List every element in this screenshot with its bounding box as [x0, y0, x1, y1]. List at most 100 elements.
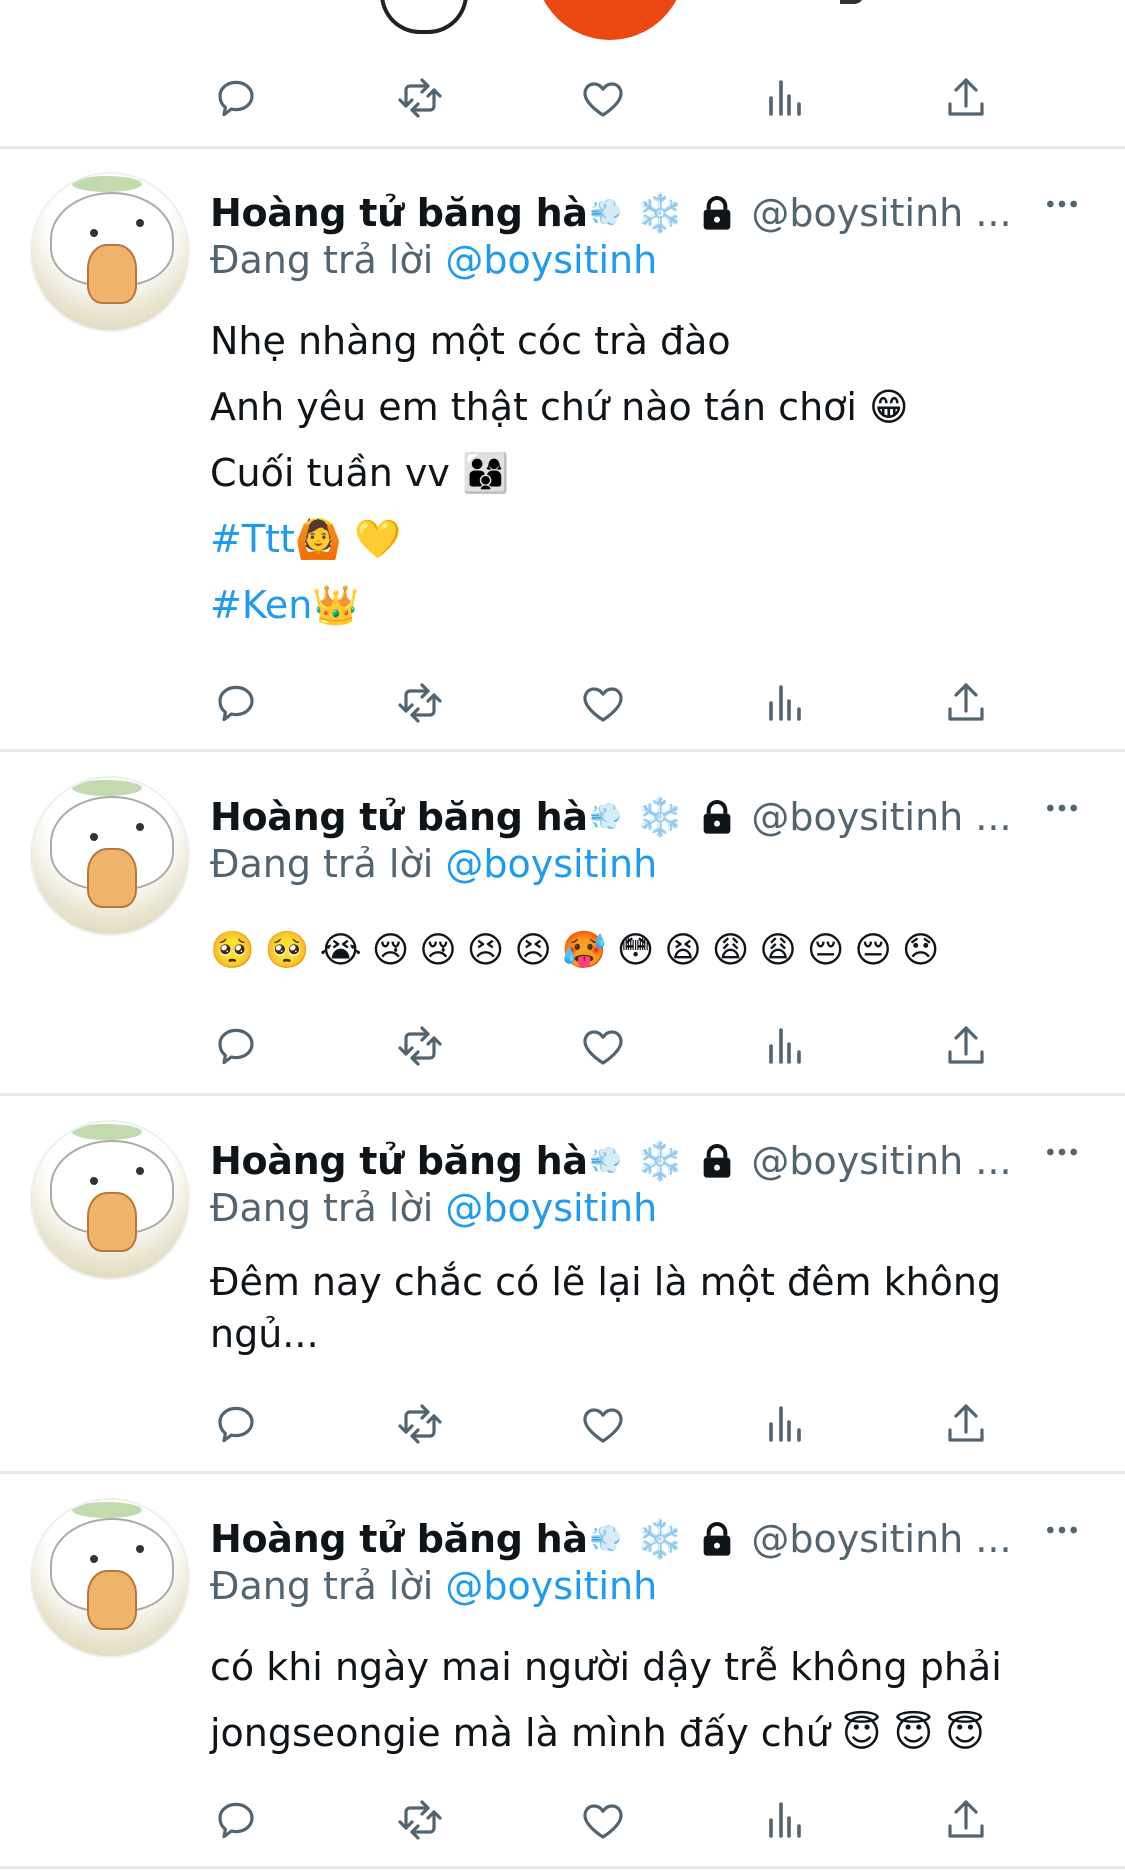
avatar-leaf [72, 780, 142, 796]
replying-mention[interactable]: @boysitinh [445, 842, 657, 886]
tweet-text: có khi ngày mai người dậy trễ không phải… [210, 1634, 1080, 1766]
tweet-media-image[interactable] [370, 0, 910, 40]
replying-mention[interactable]: @boysitinh [445, 1564, 657, 1608]
retweet-button[interactable] [390, 68, 450, 128]
replying-mention[interactable]: @boysitinh [445, 238, 657, 282]
heart-icon [583, 82, 623, 117]
like-button[interactable] [573, 673, 633, 733]
avatar-eye [90, 229, 98, 237]
tweet-line: jongseongie mà là mình đấy chứ 😇 😇 😇 [210, 1711, 985, 1755]
retweet-button[interactable] [390, 1394, 450, 1454]
avatar[interactable] [30, 1498, 190, 1658]
author-handle[interactable]: @boysitinh ... [751, 191, 1011, 235]
share-icon [948, 1800, 984, 1838]
more-icon [1047, 1148, 1077, 1156]
more-button[interactable] [1040, 182, 1084, 226]
tweet-line: Anh yêu em thật chứ nào tán chơi 😁 [210, 385, 909, 429]
analytics-button[interactable] [755, 1016, 815, 1076]
emoji: 😢 [419, 930, 457, 971]
like-button[interactable] [573, 68, 633, 128]
snowflake-emoji: ❄️ [636, 190, 684, 235]
retweet-icon [398, 1800, 442, 1840]
author-name[interactable]: Hoàng tử băng hà [210, 191, 588, 235]
snowflake-emoji: ❄️ [636, 1516, 684, 1561]
share-button[interactable] [936, 673, 996, 733]
share-button[interactable] [936, 1394, 996, 1454]
reply-button[interactable] [206, 673, 266, 733]
lock-icon [697, 1519, 737, 1559]
emoji: 😞 [901, 930, 940, 971]
retweet-button[interactable] [390, 673, 450, 733]
replying-prefix: Đang trả lời [210, 238, 434, 282]
like-button[interactable] [573, 1790, 633, 1850]
reply-icon [218, 685, 254, 722]
more-button[interactable] [1040, 786, 1084, 830]
tweet-text: 🥺 🥺 😭 😢 😢 😣 😣 🥵 😳 😫 😩 😩 😔 😔 😞 [210, 918, 1080, 984]
replying-to: Đang trả lời @boysitinh [210, 1564, 657, 1614]
avatar[interactable] [30, 172, 190, 332]
heart-icon [583, 687, 623, 722]
tweet-line: có khi ngày mai người dậy trễ không phải [210, 1645, 1002, 1689]
share-icon [948, 1026, 984, 1064]
share-button[interactable] [936, 1790, 996, 1850]
emoji: 😔 [854, 930, 892, 971]
emoji: 😩 [711, 930, 750, 971]
share-button[interactable] [936, 68, 996, 128]
retweet-button[interactable] [390, 1016, 450, 1076]
share-button[interactable] [936, 1016, 996, 1076]
media-shape-right [840, 0, 864, 4]
tweet-line: Cuối tuần vv 👨‍👩‍👦 [210, 451, 510, 495]
analytics-icon [769, 1406, 801, 1442]
reply-icon [218, 1406, 254, 1443]
divider [0, 1866, 1125, 1869]
avatar[interactable] [30, 1120, 190, 1280]
avatar-leaf [72, 1124, 142, 1140]
reply-button[interactable] [206, 1790, 266, 1850]
analytics-button[interactable] [755, 1394, 815, 1454]
media-shape-orange [535, 0, 685, 40]
more-icon [1047, 1526, 1077, 1534]
reply-button[interactable] [206, 68, 266, 128]
author-name[interactable]: Hoàng tử băng hà [210, 1517, 588, 1561]
hashtag-link[interactable]: #Ken👑 [210, 572, 1080, 638]
emoji: 😫 [664, 930, 702, 971]
analytics-button[interactable] [755, 68, 815, 128]
replying-to: Đang trả lời @boysitinh [210, 238, 657, 288]
reply-button[interactable] [206, 1016, 266, 1076]
replying-mention[interactable]: @boysitinh [445, 1186, 657, 1230]
author-handle[interactable]: @boysitinh ... [751, 795, 1011, 839]
tweet-actions-bar [0, 1016, 1125, 1076]
author-name[interactable]: Hoàng tử băng hà [210, 1139, 588, 1183]
more-button[interactable] [1040, 1508, 1084, 1552]
avatar[interactable] [30, 776, 190, 936]
share-icon [948, 1404, 984, 1442]
dash-emoji: 💨 [589, 802, 623, 832]
tweet-header: Hoàng tử băng hà 💨 ❄️ @boysitinh ... [210, 1512, 1080, 1566]
emoji: 😔 [806, 930, 845, 971]
dash-emoji: 💨 [589, 1146, 623, 1176]
snowflake-emoji: ❄️ [636, 794, 684, 839]
like-button[interactable] [573, 1016, 633, 1076]
more-button[interactable] [1040, 1130, 1084, 1174]
analytics-icon [769, 1802, 801, 1838]
analytics-button[interactable] [755, 673, 815, 733]
author-handle[interactable]: @boysitinh ... [751, 1139, 1011, 1183]
tweet-header: Hoàng tử băng hà 💨 ❄️ @boysitinh ... [210, 186, 1080, 240]
author-handle[interactable]: @boysitinh ... [751, 1517, 1011, 1561]
heart-icon [583, 1408, 623, 1443]
avatar-eye [90, 1177, 98, 1185]
reply-icon [218, 1028, 254, 1065]
retweet-button[interactable] [390, 1790, 450, 1850]
divider [0, 1093, 1125, 1096]
hashtag-link[interactable]: #Ttt🙆 💛 [210, 506, 1080, 572]
analytics-button[interactable] [755, 1790, 815, 1850]
snowflake-emoji: ❄️ [636, 1138, 684, 1183]
retweet-icon [398, 78, 442, 118]
divider [0, 146, 1125, 149]
like-button[interactable] [573, 1394, 633, 1454]
replying-prefix: Đang trả lời [210, 1564, 434, 1608]
author-name[interactable]: Hoàng tử băng hà [210, 795, 588, 839]
media-shape-left [380, 0, 468, 34]
retweet-icon [398, 1404, 442, 1444]
reply-button[interactable] [206, 1394, 266, 1454]
